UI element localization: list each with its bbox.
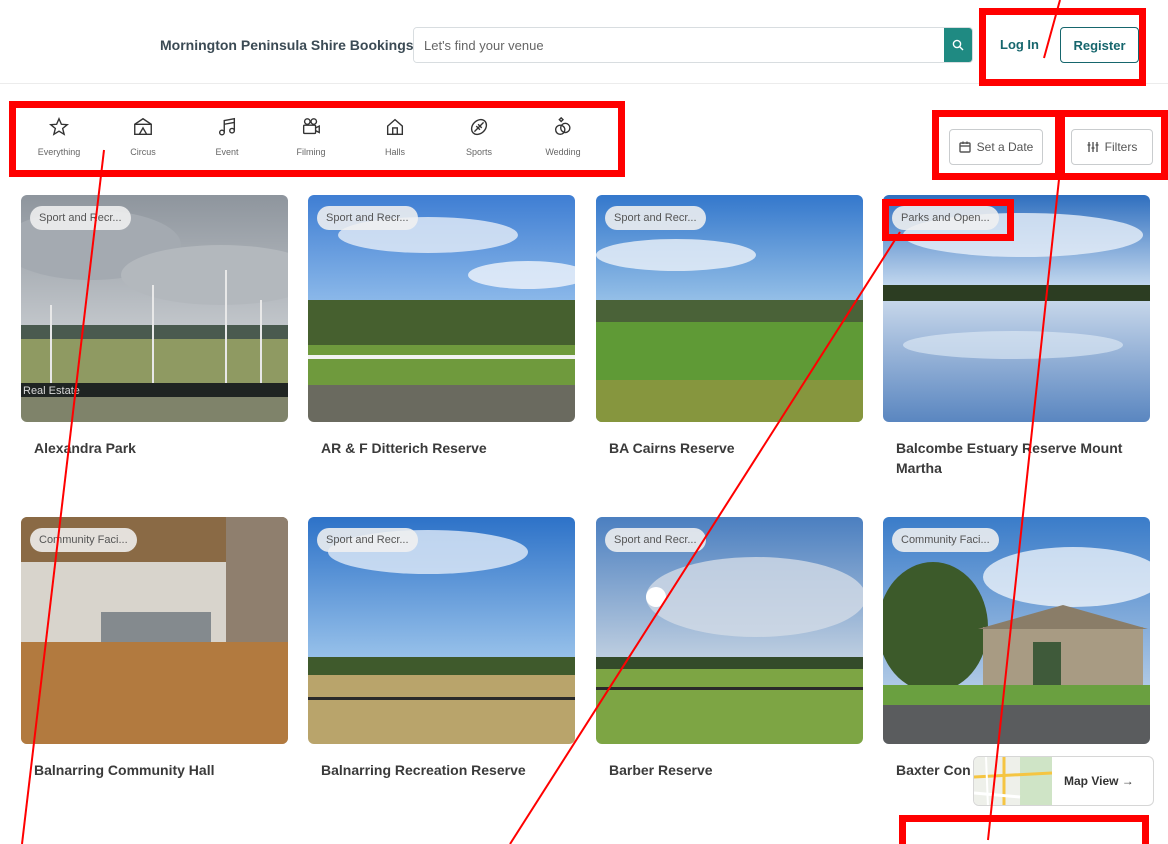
category-label: Wedding xyxy=(545,147,581,157)
category-badge: Community Faci... xyxy=(30,528,137,552)
category-sports[interactable]: Sports xyxy=(449,116,509,166)
house-icon xyxy=(386,118,404,136)
category-halls[interactable]: Halls xyxy=(365,116,425,166)
category-event[interactable]: Event xyxy=(197,116,257,166)
tent-icon xyxy=(134,117,152,136)
category-badge: Parks and Open... xyxy=(892,206,999,230)
category-label: Sports xyxy=(465,147,492,157)
calendar-icon xyxy=(958,141,971,153)
category-everything[interactable]: Everything xyxy=(29,116,89,166)
venue-card[interactable]: Real Estate Sport and Recr... Alexandra … xyxy=(21,195,288,458)
filters-label: Filters xyxy=(1104,140,1138,154)
set-date-label: Set a Date xyxy=(976,140,1034,154)
login-link[interactable]: Log In xyxy=(1000,37,1039,52)
camera-icon xyxy=(302,118,320,135)
search-icon xyxy=(952,39,964,51)
venue-photo: Sport and Recr... xyxy=(596,195,863,422)
filters-button[interactable]: Filters xyxy=(1071,129,1153,165)
venue-card[interactable]: Community Faci... Baxter Con xyxy=(883,517,1150,780)
venue-name: Barber Reserve xyxy=(609,762,713,778)
category-badge: Sport and Recr... xyxy=(317,206,418,230)
venue-photo: Community Faci... xyxy=(21,517,288,744)
category-badge: Community Faci... xyxy=(892,528,999,552)
music-icon xyxy=(218,117,236,136)
venue-card[interactable]: Sport and Recr... Barber Reserve xyxy=(596,517,863,780)
venue-name: AR & F Ditterich Reserve xyxy=(321,440,487,456)
site-switcher[interactable]: Mornington Peninsula Shire Bookings xyxy=(160,36,435,53)
site-name: Mornington Peninsula Shire Bookings xyxy=(160,37,414,53)
venue-card[interactable]: Sport and Recr... AR & F Ditterich Reser… xyxy=(308,195,575,458)
photo-sign-text: Real Estate xyxy=(23,385,80,397)
top-header: Mornington Peninsula Shire Bookings Log … xyxy=(0,0,1168,84)
venue-card[interactable]: Community Faci... Balnarring Community H… xyxy=(21,517,288,780)
category-bar: Everything Circus Event Filming Halls Sp… xyxy=(20,116,600,166)
category-label: Filming xyxy=(296,147,326,157)
venue-card[interactable]: Parks and Open... Balcombe Estuary Reser… xyxy=(883,195,1150,478)
venue-photo: Parks and Open... xyxy=(883,195,1150,422)
venue-name: BA Cairns Reserve xyxy=(609,440,735,456)
category-wedding[interactable]: Wedding xyxy=(533,116,593,166)
category-circus[interactable]: Circus xyxy=(113,116,173,166)
venue-photo: Sport and Recr... xyxy=(596,517,863,744)
category-label: Event xyxy=(215,147,239,157)
map-thumbnail xyxy=(974,757,1052,805)
map-view-button[interactable]: Map View → xyxy=(973,756,1154,806)
search-button[interactable] xyxy=(944,28,972,62)
venue-name: Balnarring Recreation Reserve xyxy=(321,762,526,778)
venue-name: Alexandra Park xyxy=(34,440,136,456)
venue-card[interactable]: Sport and Recr... Balnarring Recreation … xyxy=(308,517,575,780)
category-badge: Sport and Recr... xyxy=(605,528,706,552)
venue-name: Balnarring Community Hall xyxy=(34,762,215,778)
search-bar xyxy=(413,27,973,63)
venue-photo: Community Faci... xyxy=(883,517,1150,744)
venue-photo: Real Estate Sport and Recr... xyxy=(21,195,288,422)
star-icon xyxy=(48,117,70,136)
venue-card[interactable]: Sport and Recr... BA Cairns Reserve xyxy=(596,195,863,458)
venue-name: Balcombe Estuary Reserve Mount Martha xyxy=(896,440,1123,476)
register-button[interactable]: Register xyxy=(1060,27,1139,63)
rings-icon xyxy=(554,116,571,136)
category-label: Everything xyxy=(37,147,81,157)
category-badge: Sport and Recr... xyxy=(605,206,706,230)
set-date-button[interactable]: Set a Date xyxy=(949,129,1043,165)
ball-icon xyxy=(470,118,488,136)
category-label: Halls xyxy=(384,147,405,157)
category-label: Circus xyxy=(130,147,156,157)
category-badge: Sport and Recr... xyxy=(30,206,131,230)
category-filming[interactable]: Filming xyxy=(281,116,341,166)
map-view-label: Map View → xyxy=(1064,774,1134,788)
venue-photo: Sport and Recr... xyxy=(308,517,575,744)
category-badge: Sport and Recr... xyxy=(317,528,418,552)
sliders-icon xyxy=(1087,142,1099,152)
search-input[interactable] xyxy=(414,28,946,62)
annotation-box-map xyxy=(899,815,1149,844)
venue-photo: Sport and Recr... xyxy=(308,195,575,422)
